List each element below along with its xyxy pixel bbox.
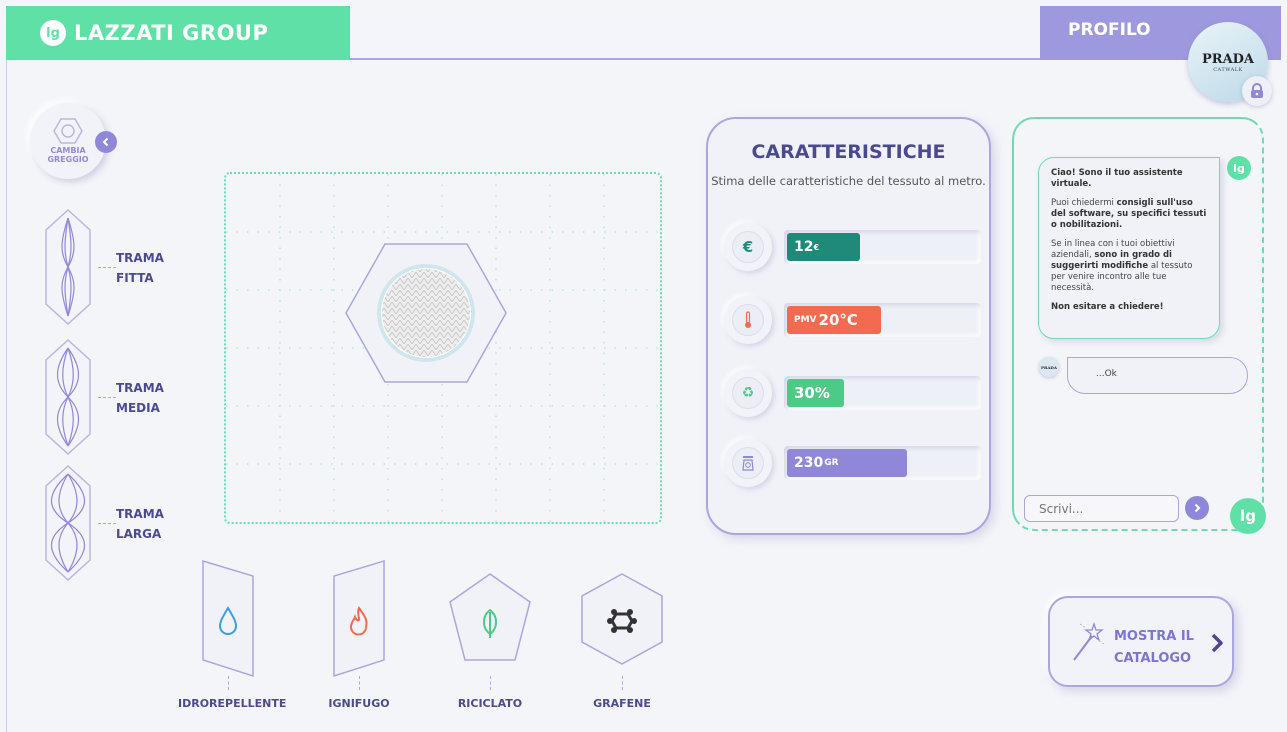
brand[interactable]: lg LAZZATI GROUP <box>6 6 350 60</box>
bot-message-closing: Non esitare a chiedere! <box>1051 302 1164 312</box>
lock-icon <box>1251 83 1263 98</box>
feature-label-ignifugo: IGNIFUGO <box>328 697 390 710</box>
flame-icon <box>333 559 385 678</box>
feature-tick <box>490 676 491 690</box>
weave-larga-icon <box>45 464 91 582</box>
recycled-value: 30% <box>794 384 830 402</box>
weave-connector <box>98 397 116 398</box>
magic-wand-icon <box>1073 621 1105 661</box>
price-unit: € <box>813 242 820 252</box>
weave-larga-button[interactable] <box>42 464 94 582</box>
euro-icon-badge: € <box>724 223 772 271</box>
brand-logo: lg <box>40 20 66 46</box>
chat-input[interactable] <box>1024 495 1179 522</box>
graphene-icon <box>581 573 663 665</box>
lock-button[interactable] <box>1242 76 1272 106</box>
assistant-logo-button[interactable]: lg <box>1230 498 1266 534</box>
weight-value: 230 <box>794 455 824 471</box>
characteristics-subtitle: Stima delle caratteristiche del tessuto … <box>711 174 986 188</box>
fabric-hex <box>345 243 507 383</box>
feature-idrorepellente[interactable] <box>202 559 254 682</box>
fabric-preview[interactable] <box>344 242 508 384</box>
chevron-right-icon <box>1194 503 1201 513</box>
weave-label-line2: MEDIA <box>116 401 160 415</box>
show-catalog-button[interactable]: MOSTRA IL CATALOGO <box>1048 596 1234 687</box>
user-avatar: PRADA <box>1039 357 1059 377</box>
price-value: 12 <box>794 239 814 255</box>
change-yarn-label: CAMBIA GREGGIO <box>47 146 88 164</box>
bot-message: Ciao! Sono il tuo assistente virtuale. P… <box>1038 157 1220 339</box>
price-bar: 12 € <box>784 230 981 264</box>
nut-icon <box>53 118 83 144</box>
characteristics-title: CARATTERISTICHE <box>751 141 946 163</box>
weave-connector <box>98 267 116 268</box>
weave-media-button[interactable] <box>42 338 94 456</box>
thermal-value: 20°C <box>818 311 858 329</box>
recycle-icon: ♻ <box>741 385 755 401</box>
weave-label-line2: FITTA <box>116 271 154 285</box>
catalog-label: MOSTRA IL CATALOGO <box>1114 626 1194 670</box>
recycle-icon-badge: ♻ <box>724 369 772 417</box>
brand-name: LAZZATI GROUP <box>74 21 269 45</box>
weave-label-line2: LARGA <box>116 527 162 541</box>
bot-message-p2a: Puoi chiedermi <box>1051 198 1117 208</box>
avatar-brand: PRADA <box>1201 51 1255 67</box>
catalog-label-line2: CATALOGO <box>1114 651 1192 666</box>
weave-fitta-label[interactable]: TRAMA FITTA <box>116 248 164 288</box>
yarn-label-line2: GREGGIO <box>47 155 89 164</box>
catalog-label-line1: MOSTRA IL <box>1114 629 1194 644</box>
scale-icon-badge <box>724 439 772 487</box>
send-button[interactable] <box>1185 496 1209 520</box>
weight-unit: GR <box>824 458 839 468</box>
price-fill: 12 € <box>787 233 860 261</box>
scale-icon <box>742 456 754 471</box>
feature-label-idrorepellente: IDROREPELLENTE <box>178 697 287 710</box>
weave-media-label[interactable]: TRAMA MEDIA <box>116 378 164 418</box>
yarn-collapse-button[interactable] <box>95 131 117 153</box>
thermal-prefix: PMV <box>794 315 817 325</box>
thermometer-icon-badge <box>724 296 772 344</box>
header: lg LAZZATI GROUP PROFILO <box>6 6 1281 60</box>
weight-bar: 230 GR <box>784 446 981 480</box>
user-message: ...Ok <box>1067 357 1248 394</box>
leaf-icon <box>449 573 531 661</box>
avatar-sub: CATWALK <box>1213 66 1243 73</box>
yarn-label-line1: CAMBIA <box>50 146 86 155</box>
weight-fill: 230 GR <box>787 449 907 477</box>
weave-connector <box>98 523 116 524</box>
feature-tick <box>622 676 623 690</box>
feature-label-grafene: GRAFENE <box>593 697 651 710</box>
bot-avatar: lg <box>1227 156 1251 180</box>
profile-label: PROFILO <box>1068 20 1151 40</box>
feature-label-riciclato: RICICLATO <box>457 697 523 710</box>
weave-media-icon <box>45 338 91 456</box>
chevron-right-icon <box>1211 633 1223 653</box>
weave-label-line1: TRAMA <box>116 251 164 265</box>
weave-label-line1: TRAMA <box>116 381 164 395</box>
thermal-bar: PMV 20°C <box>784 303 981 337</box>
chevron-left-icon <box>102 137 109 147</box>
feature-ignifugo[interactable] <box>333 559 385 682</box>
recycled-bar: 30% <box>784 376 981 410</box>
thermal-fill: PMV 20°C <box>787 306 881 334</box>
water-drop-icon <box>202 559 254 678</box>
thermometer-icon <box>745 311 751 328</box>
feature-grafene[interactable] <box>580 572 664 670</box>
weave-larga-label[interactable]: TRAMA LARGA <box>116 504 164 544</box>
weave-fitta-icon <box>45 208 91 326</box>
feature-tick <box>228 676 229 690</box>
feature-tick <box>359 676 360 690</box>
bot-message-greeting: Ciao! Sono il tuo assistente virtuale. <box>1051 168 1183 189</box>
euro-icon: € <box>742 238 754 256</box>
characteristics-card: CARATTERISTICHE Stima delle caratteristi… <box>706 117 991 535</box>
weave-label-line1: TRAMA <box>116 507 164 521</box>
recycled-fill: 30% <box>787 379 844 407</box>
weave-fitta-button[interactable] <box>42 208 94 326</box>
feature-riciclato[interactable] <box>448 572 532 666</box>
